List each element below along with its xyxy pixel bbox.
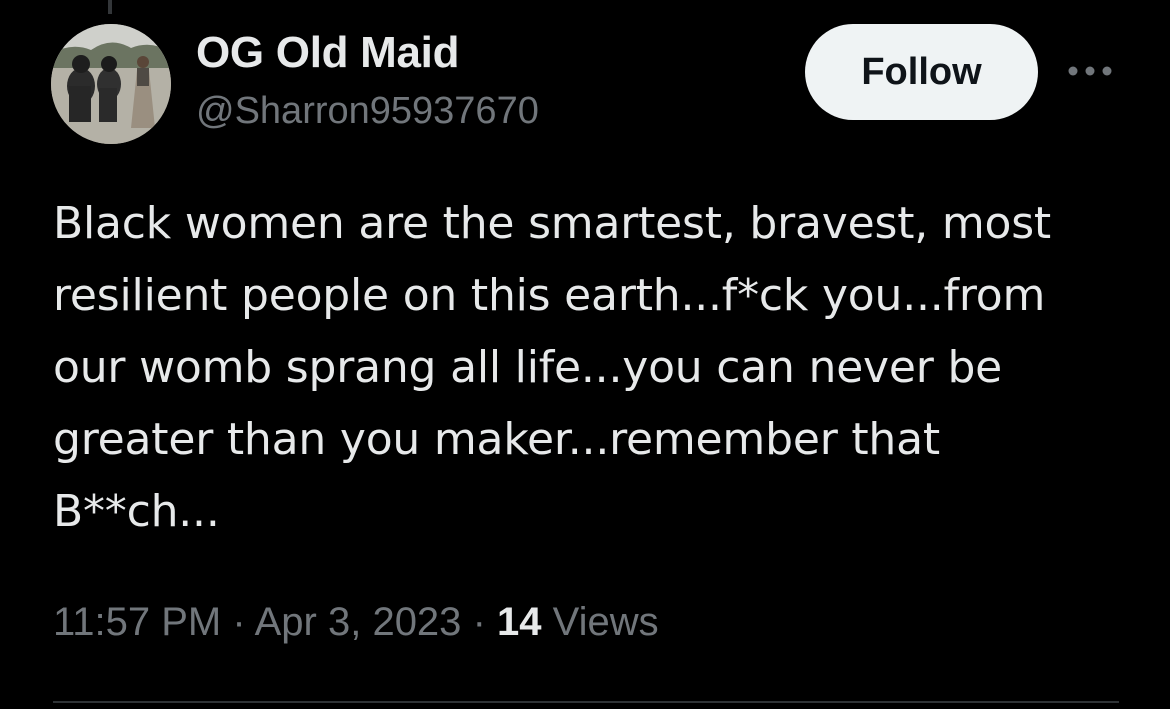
divider: [53, 701, 1119, 703]
thread-line: [108, 0, 112, 14]
meta-separator: ·: [472, 600, 486, 644]
follow-button[interactable]: Follow: [805, 24, 1038, 120]
views-label: Views: [552, 600, 659, 644]
author-handle[interactable]: @Sharron95937670: [196, 88, 539, 134]
tweet-meta: 11:57 PM · Apr 3, 2023 · 14 Views: [53, 597, 659, 647]
avatar[interactable]: [51, 24, 171, 144]
author-display-name[interactable]: OG Old Maid: [196, 27, 459, 79]
avatar-photo: [51, 24, 171, 144]
tweet-text: Black women are the smartest, bravest, m…: [53, 198, 1051, 537]
tweet-date[interactable]: Apr 3, 2023: [255, 600, 462, 644]
views-count: 14: [497, 600, 542, 644]
meta-separator: ·: [232, 600, 246, 644]
more-options-button[interactable]: [1064, 58, 1116, 84]
tweet-time[interactable]: 11:57 PM: [53, 600, 221, 644]
more-horizontal-icon: [1068, 66, 1112, 76]
